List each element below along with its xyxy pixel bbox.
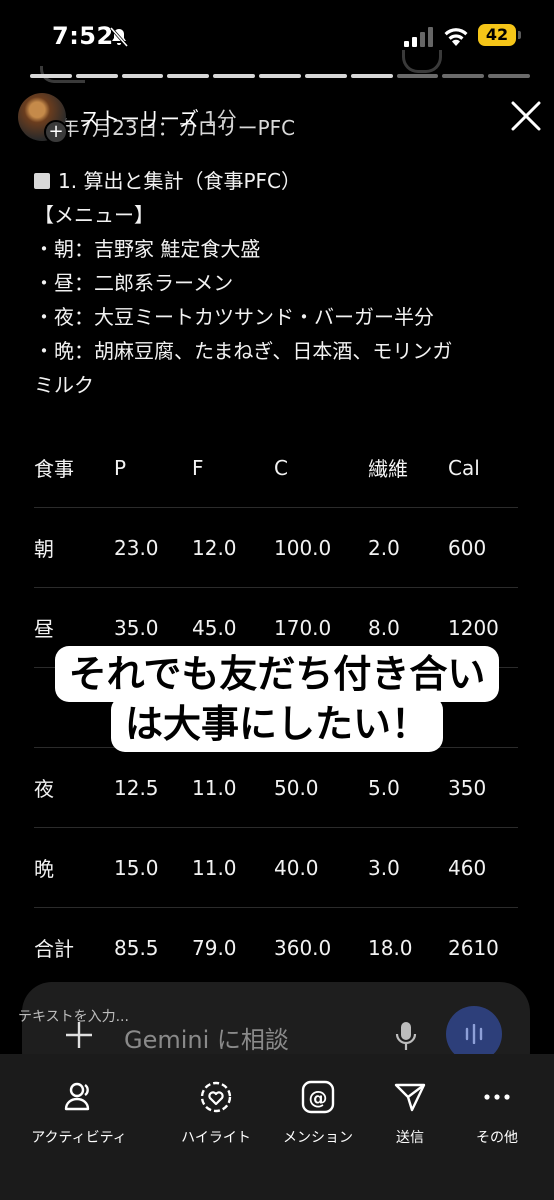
plus-icon[interactable] [64,1020,94,1050]
table-header-row: 食事 P F C 繊維 Cal [34,428,518,508]
menu-item: ・夜：大豆ミートカツサンド・バーガー半分 [34,305,434,329]
voice-wave-icon [465,1024,483,1044]
table-cell: 3.0 [368,827,448,908]
menu-item: ・昼：二郎系ラーメン [34,271,234,295]
menu-item: ・晩：胡麻豆腐、たまねぎ、日本酒、モリンガ [34,339,453,363]
progress-segment [167,74,210,78]
microphone-icon[interactable] [394,1020,418,1052]
table-cell: 460 [448,827,518,908]
table-cell: 朝 [34,507,114,588]
activity-icon [64,1082,90,1111]
signal-icon [404,27,433,47]
table-row: 合計 85.5 79.0 360.0 18.0 2610 [34,908,518,988]
table-cell: 360.0 [274,935,332,960]
bell-muted-icon [109,27,129,47]
column-header: 繊維 [368,428,448,508]
more-icon [484,1094,510,1100]
table-cell: 晩 [34,827,114,908]
menu-item: ・朝：吉野家 鮭定食大盛 [34,237,261,261]
section-heading: 1. 算出と集計（食事PFC） [34,164,534,198]
column-header: Cal [448,428,518,508]
caption-line: は大事にしたい！ [110,696,443,752]
story-progress [30,74,530,78]
table-cell: 350 [448,747,518,828]
column-header: C [274,428,368,508]
progress-segment [304,74,347,78]
story-username[interactable]: ストーリーズ [80,103,199,132]
table-cell: 2610 [448,935,499,960]
table-row: 晩 15.0 11.0 40.0 3.0 460 [34,827,518,908]
gemini-input[interactable]: Gemini に相談 [124,1020,289,1055]
table-cell: 79.0 [192,935,237,960]
nav-send[interactable]: 送信 [380,1075,440,1147]
table-cell: 2.0 [368,507,448,588]
send-icon [394,1083,426,1112]
progress-segment [213,74,256,78]
battery-indicator: 42 [478,24,516,46]
nav-label: アクティビティ [31,1130,127,1146]
table-cell: 600 [448,507,518,588]
table-cell: 12.0 [192,507,274,588]
table-row: 夜 12.5 11.0 50.0 5.0 350 [34,747,518,828]
table-row: 朝 23.0 12.0 100.0 2.0 600 [34,507,518,588]
table-cell: 85.5 [114,935,159,960]
table-cell: 11.0 [192,747,274,828]
table-cell: 12.5 [114,747,192,828]
story-caption: それでも友だち付き合い は大事にしたい！ [24,646,530,752]
table-cell: 11.0 [192,827,274,908]
progress-segment [442,74,485,78]
table-cell: 23.0 [114,507,192,588]
table-cell: 15.0 [114,827,192,908]
close-icon[interactable] [510,100,542,132]
menu-item: ミルク [34,373,94,397]
table-cell: 50.0 [274,747,368,828]
caption-line: それでも友だち付き合い [54,646,500,702]
nav-label: 送信 [396,1130,424,1146]
column-header: F [192,428,274,508]
table-cell: 夜 [34,747,114,828]
wifi-icon [444,28,468,46]
column-header: P [114,428,192,508]
progress-segment [30,74,72,78]
status-bar: 7:52 42 [0,0,554,64]
mention-icon: @ [301,1080,335,1114]
menu-label: 【メニュー】 [34,203,154,227]
nav-mention[interactable]: @ メンション [276,1075,360,1147]
table-cell: 18.0 [368,935,413,960]
table-cell: 100.0 [274,507,368,588]
progress-segment [121,74,164,78]
progress-segment [259,74,301,78]
nav-highlight[interactable]: ハイライト [170,1075,262,1147]
nav-label: ハイライト [181,1130,251,1146]
table-cell: 合計 [34,937,74,961]
progress-segment [350,74,393,78]
square-bullet-icon [34,173,50,189]
nav-activity[interactable]: アクティビティ [20,1075,138,1147]
table-cell: 40.0 [274,827,368,908]
add-story-icon[interactable]: + [44,120,68,144]
progress-segment [75,74,118,78]
progress-segment [488,74,530,78]
status-time: 7:52 [52,22,114,50]
svg-text:@: @ [309,1087,328,1109]
progress-segment [396,74,439,78]
battery-tip [518,31,521,39]
table-cell: 5.0 [368,747,448,828]
nav-label: メンション [283,1130,353,1146]
nav-label: その他 [476,1130,518,1146]
column-header: 食事 [34,428,114,508]
story-time-ago: 1分 [204,107,237,131]
highlight-icon [200,1081,232,1113]
nav-more[interactable]: その他 [466,1075,528,1147]
document-body: 1. 算出と集計（食事PFC） 【メニュー】 ・朝：吉野家 鮭定食大盛 ・昼：二… [34,164,534,402]
